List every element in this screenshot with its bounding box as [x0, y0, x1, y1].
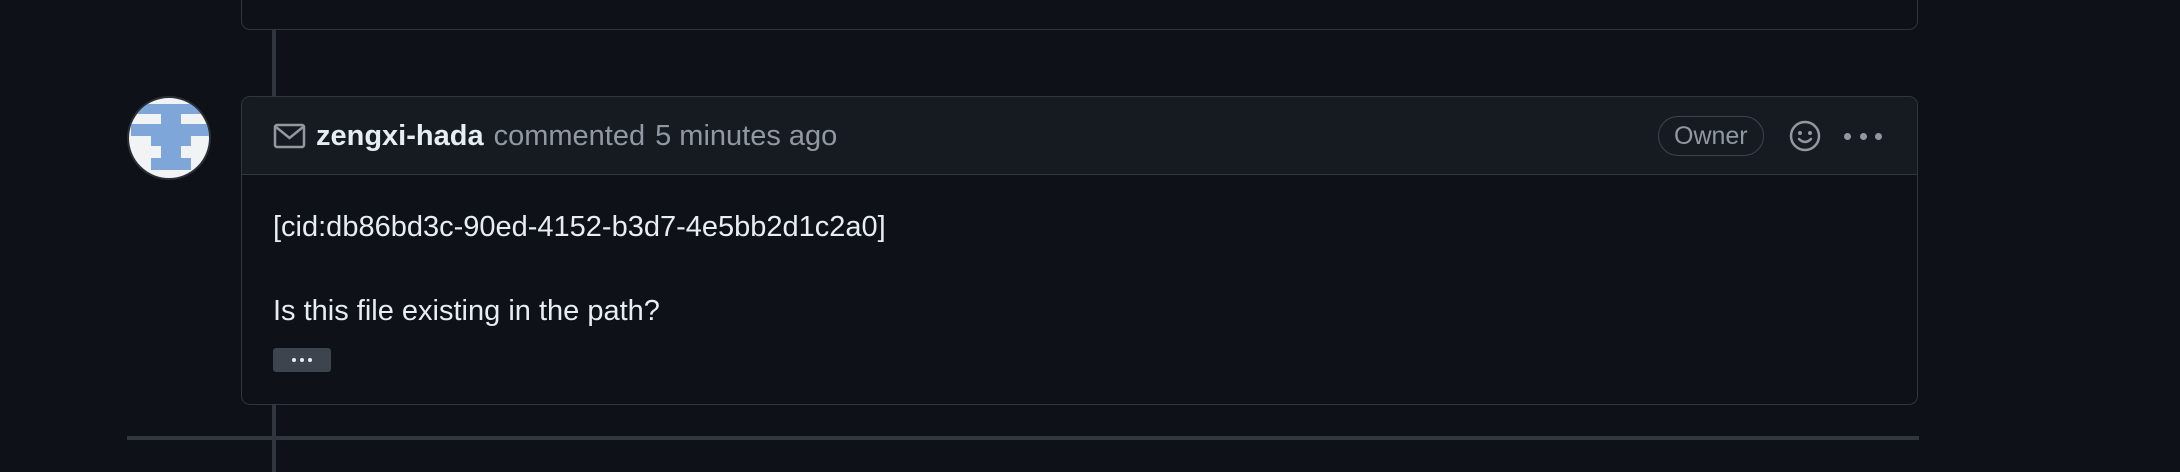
mail-icon	[273, 123, 306, 149]
owner-badge: Owner	[1658, 116, 1764, 156]
smiley-icon[interactable]	[1788, 119, 1822, 153]
comment-body: [cid:db86bd3c-90ed-4152-b3d7-4e5bb2d1c2a…	[273, 210, 886, 372]
comment-body-line: Is this file existing in the path?	[273, 295, 660, 327]
ellipsis-icon[interactable]	[273, 348, 331, 372]
comment-body-line: [cid:db86bd3c-90ed-4152-b3d7-4e5bb2d1c2a…	[273, 211, 886, 243]
timeline-divider	[127, 436, 1919, 440]
timeline-connector	[272, 30, 276, 96]
comment-header: zengxi-hada commented 5 minutes ago Owne…	[242, 97, 1917, 175]
previous-comment-card	[241, 0, 1918, 30]
comment-timestamp[interactable]: 5 minutes ago	[655, 120, 837, 153]
kebab-horizontal-icon[interactable]	[1844, 121, 1882, 151]
author-link[interactable]: zengxi-hada	[316, 120, 484, 153]
comment-card: zengxi-hada commented 5 minutes ago Owne…	[241, 96, 1918, 405]
avatar[interactable]	[127, 96, 211, 180]
comment-action: commented	[493, 119, 646, 152]
